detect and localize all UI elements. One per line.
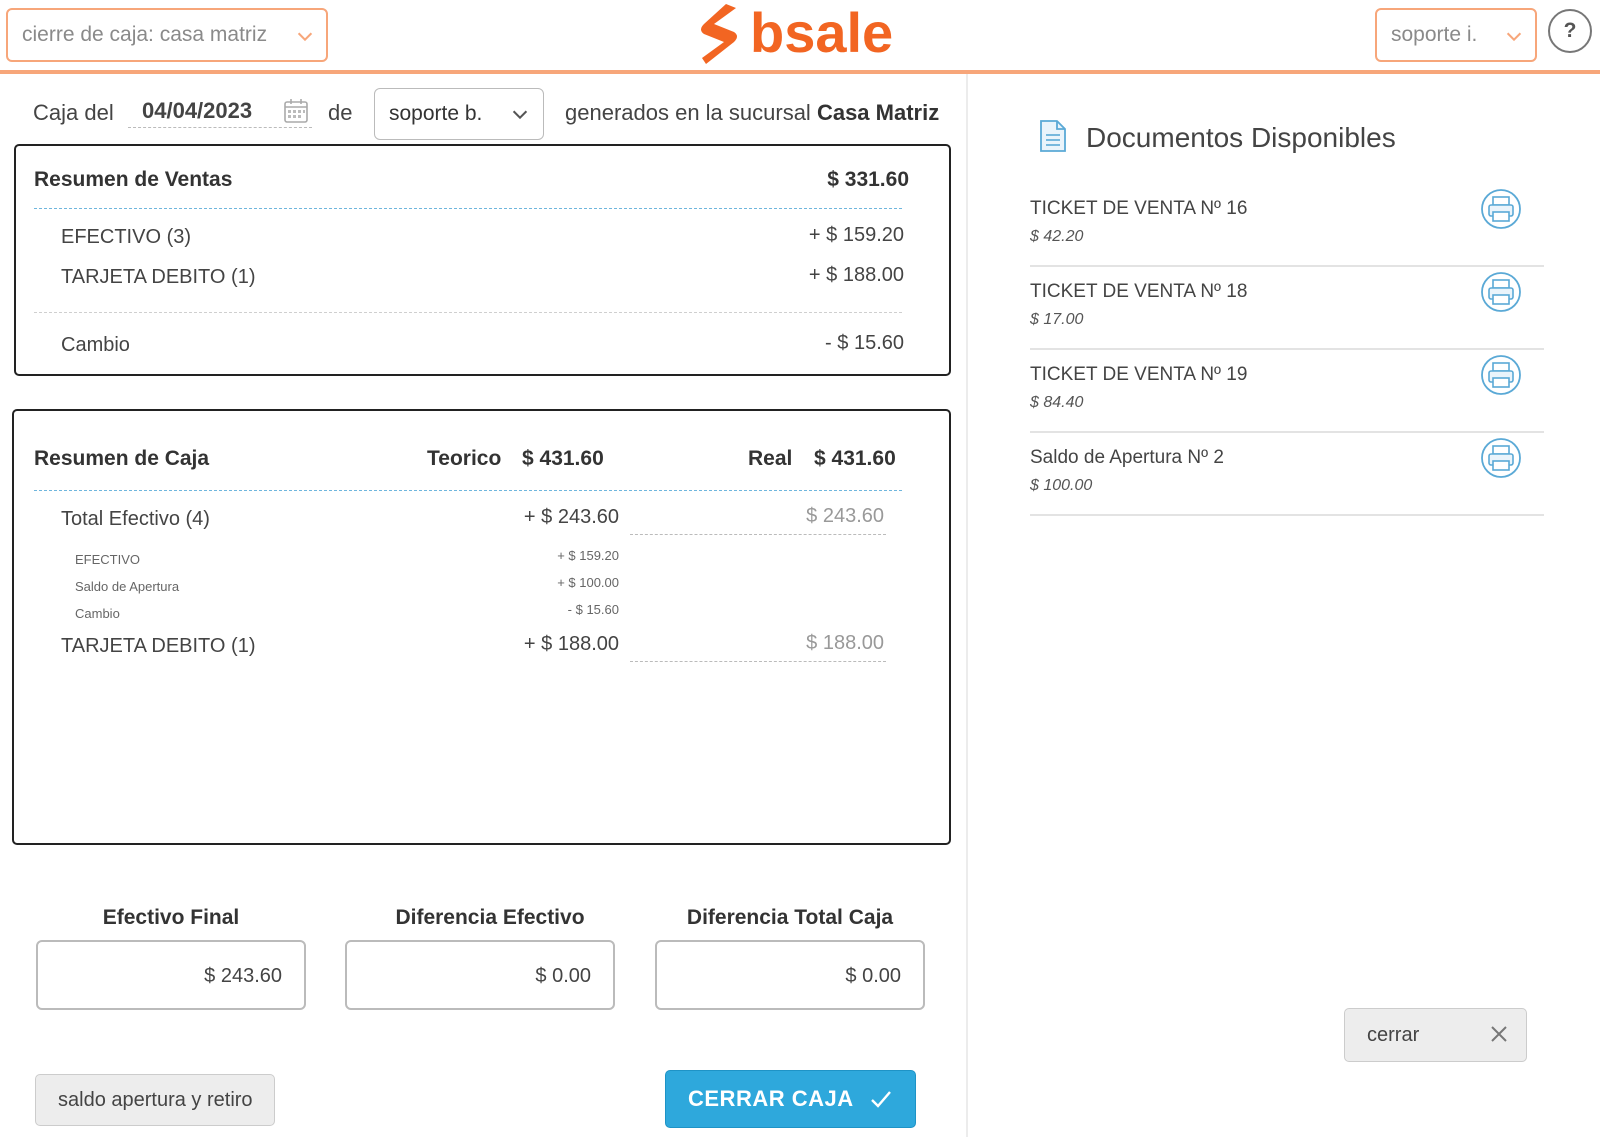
printer-icon[interactable] <box>1480 188 1522 230</box>
document-amount: $ 17.00 <box>1030 311 1084 328</box>
sales-summary-total: $ 331.60 <box>827 168 909 191</box>
top-header: cierre de caja: casa matriz bsale soport… <box>0 0 1600 74</box>
help-button[interactable]: ? <box>1548 9 1592 53</box>
sub-row-label: Saldo de Apertura <box>75 579 180 594</box>
branch-select[interactable]: cierre de caja: casa matriz <box>6 8 328 62</box>
sales-row-value: + $ 159.20 <box>808 224 904 246</box>
real-label: Real <box>748 447 793 470</box>
cash-summary-panel: Resumen de Caja Teorico $ 431.60 Real $ … <box>12 409 951 845</box>
user-select-value: soporte i. <box>1391 23 1478 46</box>
divider <box>34 208 902 209</box>
saldo-apertura-button[interactable]: saldo apertura y retiro <box>35 1074 275 1126</box>
seller-select-value: soporte b. <box>389 102 483 125</box>
chevron-down-icon <box>512 110 528 120</box>
cambio-value: - $ 15.60 <box>825 332 904 354</box>
sales-summary-panel: Resumen de Ventas $ 331.60 EFECTIVO (3) … <box>14 144 951 376</box>
document-name: TICKET DE VENTA Nº 16 <box>1030 198 1248 219</box>
total-efectivo-real-input[interactable]: $ 243.60 <box>630 505 886 535</box>
sub-row-value: - $ 15.60 <box>567 602 619 617</box>
saldo-apertura-button-label: saldo apertura y retiro <box>58 1088 253 1111</box>
sub-row-label: EFECTIVO <box>75 552 141 567</box>
sales-row-label: EFECTIVO (3) <box>61 226 192 248</box>
bsale-logo-icon <box>701 4 737 64</box>
diferencia-efectivo-field: $ 0.00 <box>345 940 615 1010</box>
total-efectivo-teorico: + $ 243.60 <box>523 506 619 528</box>
real-value: $ 431.60 <box>814 447 896 470</box>
sub-row-label: Cambio <box>75 606 120 621</box>
documents-title: Documentos Disponibles <box>1086 122 1396 153</box>
document-item: TICKET DE VENTA Nº 19 $ 84.40 <box>1030 350 1544 433</box>
caja-filter-row: Caja del 04/04/2023 de soporte b. genera… <box>0 80 966 140</box>
diferencia-total-field: $ 0.00 <box>655 940 925 1010</box>
printer-icon[interactable] <box>1480 437 1522 479</box>
de-label: de <box>328 100 353 125</box>
document-name: TICKET DE VENTA Nº 19 <box>1030 364 1248 385</box>
cambio-label: Cambio <box>61 334 130 356</box>
chevron-down-icon <box>297 32 313 42</box>
close-button-label: cerrar <box>1367 1023 1420 1046</box>
diferencia-total-label: Diferencia Total Caja <box>686 906 894 929</box>
divider <box>34 490 902 491</box>
document-item: TICKET DE VENTA Nº 16 $ 42.20 <box>1030 184 1544 267</box>
document-icon <box>1040 120 1066 152</box>
tarjeta-label: TARJETA DEBITO (1) <box>61 635 256 657</box>
printer-icon[interactable] <box>1480 271 1522 313</box>
chevron-down-icon <box>1506 32 1522 42</box>
sales-summary-title: Resumen de Ventas <box>34 168 233 191</box>
column-divider <box>966 74 968 1137</box>
seller-select[interactable]: soporte b. <box>374 88 544 140</box>
teorico-label: Teorico <box>427 447 502 470</box>
cerrar-caja-button[interactable]: CERRAR CAJA <box>665 1070 916 1128</box>
sub-row-value: + $ 159.20 <box>557 548 619 563</box>
cash-register-panel: Caja del 04/04/2023 de soporte b. genera… <box>0 74 966 1137</box>
branch-name: Casa Matriz <box>816 100 940 125</box>
efectivo-final-field[interactable]: $ 243.60 <box>36 940 306 1010</box>
check-icon <box>871 1091 891 1108</box>
printer-icon[interactable] <box>1480 354 1522 396</box>
close-button[interactable]: cerrar <box>1344 1008 1527 1062</box>
tarjeta-real-input[interactable]: $ 188.00 <box>630 632 886 662</box>
close-icon <box>1491 1026 1507 1042</box>
generated-branch-label: generados en la sucursal Casa Matriz <box>565 100 939 126</box>
diferencia-efectivo-label: Diferencia Efectivo <box>395 906 585 929</box>
branch-select-value: cierre de caja: casa matriz <box>22 23 268 46</box>
divider <box>34 312 902 313</box>
sub-row-value: + $ 100.00 <box>557 575 619 590</box>
document-amount: $ 84.40 <box>1030 394 1084 411</box>
user-select[interactable]: soporte i. <box>1375 8 1537 62</box>
document-item: Saldo de Apertura Nº 2 $ 100.00 <box>1030 433 1544 516</box>
efectivo-final-label: Efectivo Final <box>102 906 240 929</box>
generated-label: generados en la sucursal <box>565 100 811 125</box>
sales-row-label: TARJETA DEBITO (1) <box>61 266 256 288</box>
teorico-value: $ 431.60 <box>522 447 604 470</box>
tarjeta-teorico: + $ 188.00 <box>523 633 619 655</box>
bsale-logo-text: bsale <box>750 1 894 64</box>
calendar-icon[interactable] <box>283 98 309 124</box>
total-efectivo-label: Total Efectivo (4) <box>61 508 210 530</box>
caja-label: Caja del <box>33 100 114 125</box>
document-name: Saldo de Apertura Nº 2 <box>1030 447 1224 468</box>
bsale-logo: bsale <box>696 1 908 68</box>
document-item: TICKET DE VENTA Nº 18 $ 17.00 <box>1030 267 1544 350</box>
sales-row-value: + $ 188.00 <box>808 264 904 286</box>
cash-summary-title: Resumen de Caja <box>34 447 210 470</box>
document-amount: $ 100.00 <box>1030 477 1093 494</box>
cerrar-caja-button-label: CERRAR CAJA <box>688 1086 854 1111</box>
document-amount: $ 42.20 <box>1030 228 1084 245</box>
document-name: TICKET DE VENTA Nº 18 <box>1030 281 1248 302</box>
